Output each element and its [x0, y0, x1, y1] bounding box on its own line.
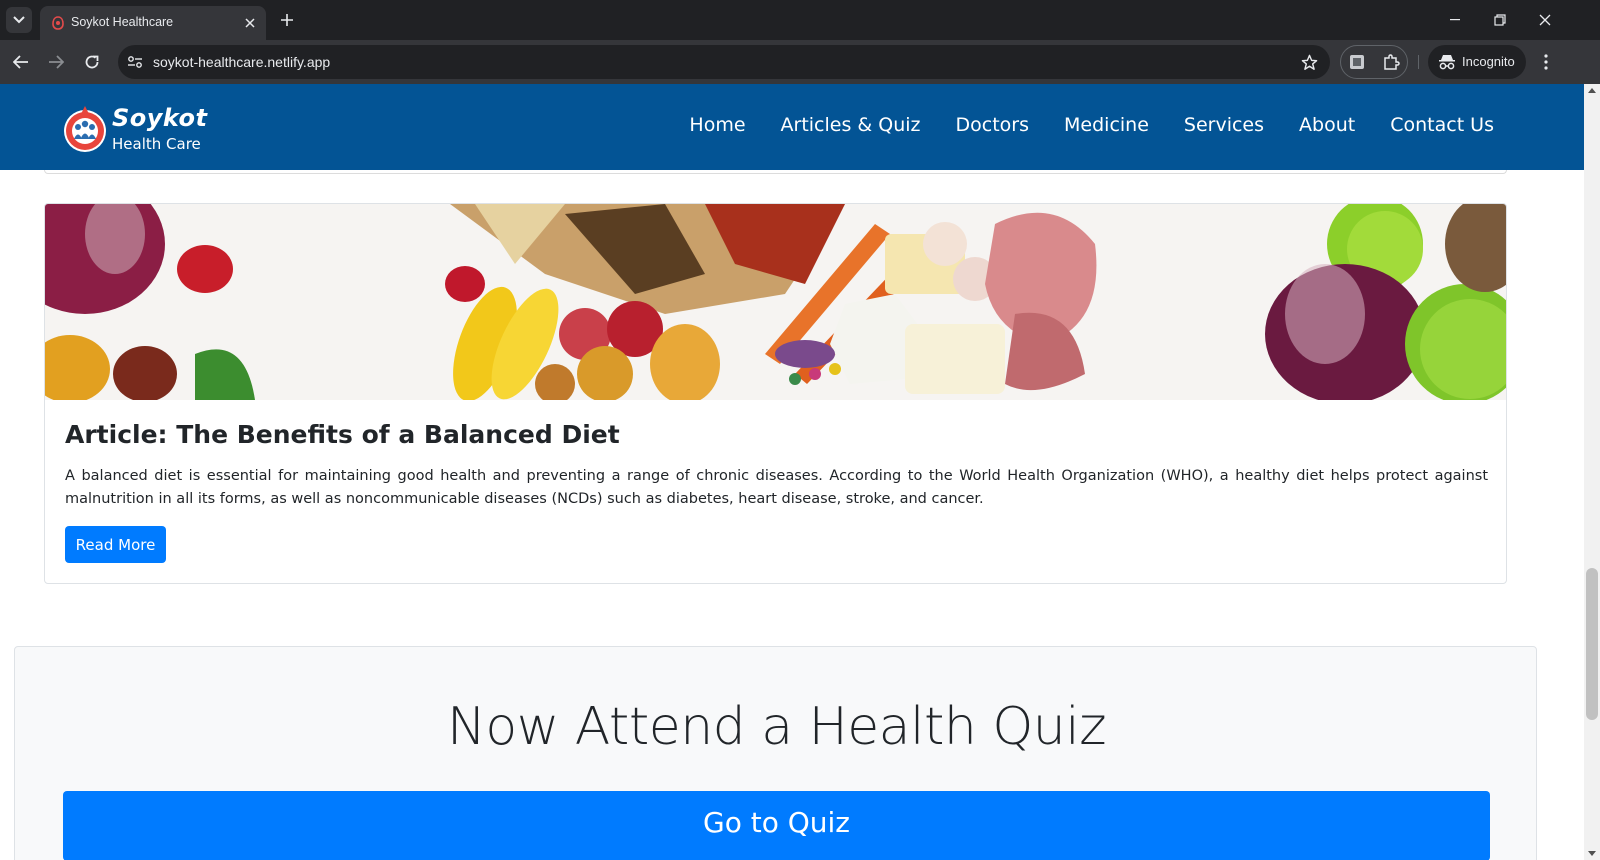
quiz-section: Now Attend a Health Quiz Go to Quiz	[14, 646, 1537, 860]
page-viewport: Soykot Health Care Home Articles & Quiz …	[0, 84, 1600, 860]
red-cross-favicon	[52, 16, 64, 30]
site-logo[interactable]: Soykot Health Care	[61, 103, 241, 155]
close-icon[interactable]	[242, 15, 258, 31]
reload-icon[interactable]	[80, 50, 104, 74]
article-body: A balanced diet is essential for maintai…	[65, 468, 1488, 507]
back-arrow-icon[interactable]	[9, 50, 33, 74]
url-text: soykot-healthcare.netlify.app	[153, 54, 331, 70]
site-info-icon[interactable]	[126, 53, 144, 71]
nav-link-home[interactable]: Home	[689, 114, 745, 136]
main-nav: Home Articles & Quiz Doctors Medicine Se…	[689, 114, 1494, 136]
nav-link-services[interactable]: Services	[1184, 114, 1264, 136]
page-scrollbar[interactable]	[1584, 84, 1600, 860]
puzzle-icon[interactable]	[1382, 53, 1400, 71]
minimize-icon[interactable]	[1443, 8, 1467, 32]
site-navbar: Soykot Health Care Home Articles & Quiz …	[0, 84, 1584, 170]
extension-icon[interactable]	[1348, 53, 1366, 71]
browser-tab-strip: Soykot Healthcare	[0, 0, 1600, 40]
previous-card-edge	[44, 170, 1507, 174]
go-to-quiz-button[interactable]: Go to Quiz	[63, 791, 1490, 860]
incognito-badge[interactable]: Incognito	[1428, 45, 1526, 79]
balanced-diet-image	[45, 204, 1506, 400]
star-icon[interactable]	[1300, 53, 1318, 71]
restore-icon[interactable]	[1488, 8, 1512, 32]
extensions-group	[1340, 45, 1408, 79]
address-bar[interactable]: soykot-healthcare.netlify.app	[118, 45, 1330, 79]
nav-link-about[interactable]: About	[1299, 114, 1355, 136]
read-more-button[interactable]: Read More	[65, 526, 166, 563]
plus-icon[interactable]	[277, 10, 297, 30]
tab-list-icon[interactable]	[6, 7, 32, 33]
scrollbar-thumb[interactable]	[1586, 568, 1598, 720]
browser-toolbar: soykot-healthcare.netlify.app Incognito	[0, 40, 1600, 84]
scroll-down-arrow-icon[interactable]	[1588, 851, 1596, 856]
forward-arrow-icon[interactable]	[44, 50, 68, 74]
nav-link-doctors[interactable]: Doctors	[956, 114, 1030, 136]
logo-mark-icon	[64, 106, 106, 152]
more-vert-icon[interactable]	[1536, 50, 1556, 74]
scroll-up-arrow-icon[interactable]	[1588, 88, 1596, 93]
nav-link-contact-us[interactable]: Contact Us	[1390, 114, 1494, 136]
nav-link-medicine[interactable]: Medicine	[1064, 114, 1149, 136]
toolbar-divider	[1418, 55, 1419, 69]
browser-tab[interactable]: Soykot Healthcare	[40, 6, 266, 40]
nav-link-articles-quiz[interactable]: Articles & Quiz	[781, 114, 921, 136]
logo-title: Soykot	[112, 104, 208, 132]
quiz-heading: Now Attend a Health Quiz	[447, 697, 1107, 757]
article-title: Article: The Benefits of a Balanced Diet	[65, 420, 620, 449]
close-window-icon[interactable]	[1533, 8, 1557, 32]
article-card: Article: The Benefits of a Balanced Diet…	[44, 203, 1507, 584]
incognito-label: Incognito	[1462, 54, 1515, 69]
incognito-icon	[1439, 55, 1455, 70]
tab-title: Soykot Healthcare	[71, 15, 174, 29]
logo-subtitle: Health Care	[112, 135, 201, 153]
